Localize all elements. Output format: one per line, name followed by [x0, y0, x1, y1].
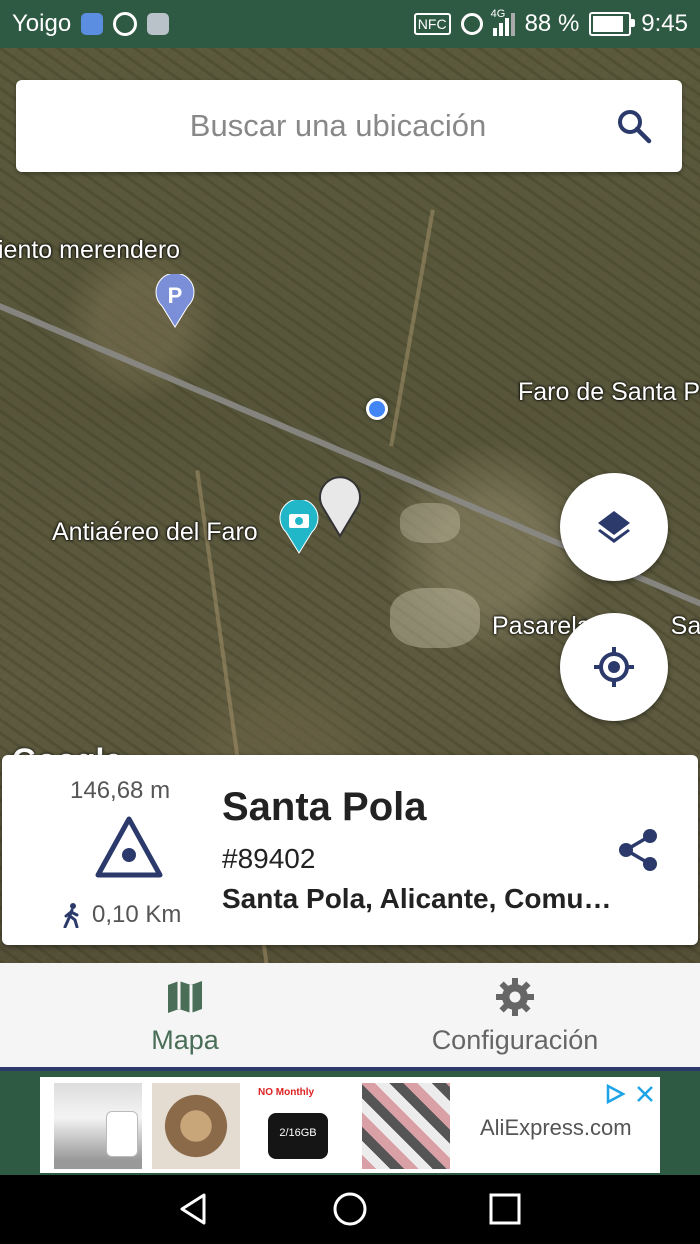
clearing — [400, 503, 460, 543]
bottom-navigation: Mapa Configuración — [0, 963, 700, 1071]
gear-icon — [496, 978, 534, 1016]
parking-pin-icon[interactable]: P — [154, 274, 196, 328]
elevation-triangle-icon — [95, 816, 163, 878]
search-input[interactable] — [56, 107, 620, 145]
distance-value: 0,10 Km — [92, 901, 182, 928]
map-icon — [168, 981, 202, 1013]
status-bar: Yoigo NFC 4G 88 % 9:45 — [0, 0, 700, 48]
close-ad-icon[interactable] — [634, 1083, 656, 1105]
ad-product-caption: NO Monthly — [258, 1087, 315, 1098]
location-address: Santa Pola, Alicante, Comunidad Valencia… — [222, 883, 612, 914]
my-location-button[interactable] — [560, 613, 668, 721]
battery-percent: 88 % — [524, 10, 580, 37]
location-notification-icon — [81, 13, 104, 35]
back-icon[interactable] — [176, 1191, 212, 1227]
adchoices-icon[interactable] — [604, 1083, 626, 1105]
ad-product-image-mats[interactable] — [362, 1083, 450, 1169]
map-label-pasarela-end: San — [670, 612, 700, 640]
current-location-dot — [366, 398, 388, 420]
ad-product-spec: 2/16GB — [279, 1127, 317, 1139]
dirt-path — [389, 209, 435, 447]
tab-settings[interactable]: Configuración — [410, 963, 620, 1067]
network-type: 4G — [490, 8, 506, 20]
ad-banner-container: NO Monthly 2/16GB AliExpress.com — [0, 1071, 700, 1175]
clearing — [390, 588, 480, 648]
image-notification-icon — [147, 13, 170, 35]
elevation-value: 146,68 m — [70, 777, 171, 804]
map-label-merendero[interactable]: iento merendero — [0, 236, 180, 265]
battery-icon — [589, 12, 636, 36]
location-info-card[interactable]: 146,68 m 0,10 Km Santa Pola #89402 Santa… — [2, 755, 698, 945]
search-icon[interactable] — [616, 108, 652, 144]
signal-icon: 4G — [491, 8, 515, 36]
tab-map-label: Mapa — [151, 1025, 219, 1055]
ad-product-image-tvbox[interactable]: NO Monthly 2/16GB — [254, 1083, 342, 1169]
recent-apps-icon[interactable] — [488, 1192, 522, 1226]
clock: 9:45 — [641, 10, 688, 37]
parking-pin-letter: P — [168, 283, 183, 308]
tab-map[interactable]: Mapa — [120, 963, 250, 1067]
location-id: #89402 — [222, 843, 316, 874]
map-label-antiaereo[interactable]: Antiaéreo del Faro — [52, 518, 258, 547]
walking-distance: 0,10 Km — [62, 901, 181, 929]
layers-icon — [598, 511, 630, 543]
system-navigation-bar — [0, 1175, 700, 1244]
ad-product-image-bathroom[interactable] — [54, 1083, 142, 1169]
tab-settings-label: Configuración — [431, 1025, 599, 1055]
map-label-faro[interactable]: Faro de Santa Po — [518, 378, 700, 407]
search-bar[interactable] — [16, 80, 682, 172]
home-icon[interactable] — [332, 1191, 368, 1227]
gps-target-icon — [594, 647, 634, 687]
carrier-name: Yoigo — [12, 10, 72, 37]
whatsapp-icon — [113, 12, 138, 36]
camera-pin-icon[interactable] — [278, 500, 320, 554]
share-icon[interactable] — [616, 827, 662, 873]
walking-person-icon — [63, 903, 79, 928]
nfc-icon: NFC — [413, 13, 451, 35]
ad-banner[interactable]: NO Monthly 2/16GB AliExpress.com — [40, 1077, 660, 1173]
ad-advertiser[interactable]: AliExpress.com — [480, 1115, 632, 1141]
map-layers-button[interactable] — [560, 473, 668, 581]
alarm-icon — [460, 13, 483, 35]
ad-product-image-rings[interactable] — [152, 1083, 240, 1169]
ad-choices[interactable] — [604, 1083, 656, 1105]
location-name: Santa Pola — [222, 785, 427, 829]
selected-location-pin-icon[interactable] — [316, 476, 364, 538]
